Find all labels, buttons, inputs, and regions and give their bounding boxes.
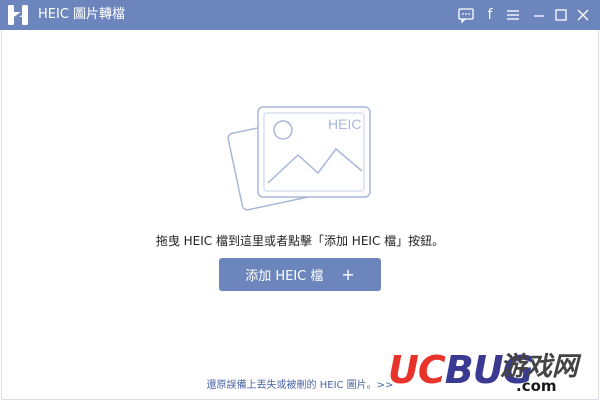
plus-icon: + xyxy=(341,264,355,284)
facebook-icon[interactable]: f xyxy=(481,6,499,24)
maximize-icon[interactable] xyxy=(552,6,570,24)
illustration-heic-label: HEIC xyxy=(328,116,361,132)
watermark-com: .com xyxy=(516,377,557,395)
close-icon[interactable] xyxy=(574,6,592,24)
watermark-u: U xyxy=(388,348,419,392)
app-logo-icon xyxy=(8,5,28,25)
menu-icon[interactable] xyxy=(504,6,522,24)
chat-icon[interactable] xyxy=(457,6,475,24)
watermark-logo: UCBUG 游戏网 .com xyxy=(388,350,594,396)
facebook-glyph: f xyxy=(487,7,493,23)
image-placeholder-icon: HEIC xyxy=(227,106,371,211)
drop-hint-text: 拖曳 HEIC 檔到這里或者點擊「添加 HEIC 檔」按鈕。 xyxy=(155,234,445,248)
app-title: HEIC 圖片轉檔 xyxy=(38,7,126,22)
drop-zone[interactable] xyxy=(1,30,599,400)
add-heic-button-label: 添加 HEIC 檔 xyxy=(245,269,324,284)
add-heic-button[interactable]: 添加 HEIC 檔 + xyxy=(219,258,381,291)
watermark-c: C xyxy=(417,348,446,392)
title-bar: HEIC 圖片轉檔 f xyxy=(0,0,600,30)
minimize-icon[interactable] xyxy=(530,6,548,24)
